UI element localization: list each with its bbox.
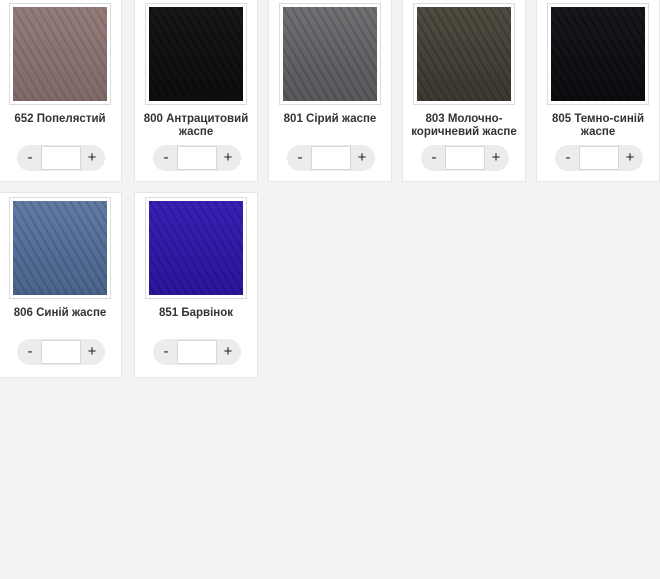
decrement-button[interactable]: - <box>19 145 41 171</box>
decrement-button[interactable]: - <box>155 339 177 365</box>
yarn-swatch <box>417 7 511 101</box>
yarn-swatch <box>149 201 243 295</box>
product-card: 851 Барвінок - + <box>134 192 258 378</box>
product-image[interactable] <box>9 3 111 105</box>
increment-button[interactable]: + <box>619 145 641 171</box>
quantity-stepper: - + <box>153 145 241 171</box>
product-image[interactable] <box>145 3 247 105</box>
quantity-stepper: - + <box>555 145 643 171</box>
quantity-stepper: - + <box>421 145 509 171</box>
product-name: 806 Синій жаспе <box>13 307 107 319</box>
quantity-input[interactable] <box>41 146 81 170</box>
product-card: 803 Молочно-коричневий жаспе - + <box>402 0 526 182</box>
product-image[interactable] <box>9 197 111 299</box>
product-name: 800 Антрацитовий жаспе <box>143 113 249 138</box>
product-card: 805 Темно-синій жаспе - + <box>536 0 660 182</box>
increment-button[interactable]: + <box>81 145 103 171</box>
quantity-input[interactable] <box>177 146 217 170</box>
product-card: 806 Синій жаспе - + <box>0 192 122 378</box>
yarn-swatch <box>13 201 107 295</box>
product-name: 851 Барвінок <box>158 307 234 319</box>
product-name: 805 Темно-синій жаспе <box>551 113 645 138</box>
decrement-button[interactable]: - <box>289 145 311 171</box>
product-image[interactable] <box>279 3 381 105</box>
product-image[interactable] <box>413 3 515 105</box>
product-image[interactable] <box>547 3 649 105</box>
product-name: 803 Молочно-коричневий жаспе <box>411 113 517 138</box>
yarn-swatch <box>149 7 243 101</box>
quantity-input[interactable] <box>177 340 217 364</box>
increment-button[interactable]: + <box>81 339 103 365</box>
product-card: 801 Сірий жаспе - + <box>268 0 392 182</box>
decrement-button[interactable]: - <box>423 145 445 171</box>
decrement-button[interactable]: - <box>557 145 579 171</box>
product-card: 800 Антрацитовий жаспе - + <box>134 0 258 182</box>
increment-button[interactable]: + <box>485 145 507 171</box>
increment-button[interactable]: + <box>351 145 373 171</box>
quantity-stepper: - + <box>287 145 375 171</box>
product-image[interactable] <box>145 197 247 299</box>
increment-button[interactable]: + <box>217 339 239 365</box>
quantity-input[interactable] <box>311 146 351 170</box>
quantity-input[interactable] <box>41 340 81 364</box>
quantity-stepper: - + <box>17 145 105 171</box>
decrement-button[interactable]: - <box>19 339 41 365</box>
quantity-stepper: - + <box>153 339 241 365</box>
increment-button[interactable]: + <box>217 145 239 171</box>
decrement-button[interactable]: - <box>155 145 177 171</box>
quantity-stepper: - + <box>17 339 105 365</box>
product-name: 801 Сірий жаспе <box>283 113 377 125</box>
product-name: 652 Попелястий <box>14 113 106 125</box>
product-card: 652 Попелястий - + <box>0 0 122 182</box>
yarn-swatch <box>283 7 377 101</box>
quantity-input[interactable] <box>445 146 485 170</box>
quantity-input[interactable] <box>579 146 619 170</box>
yarn-swatch <box>13 7 107 101</box>
yarn-swatch <box>551 7 645 101</box>
